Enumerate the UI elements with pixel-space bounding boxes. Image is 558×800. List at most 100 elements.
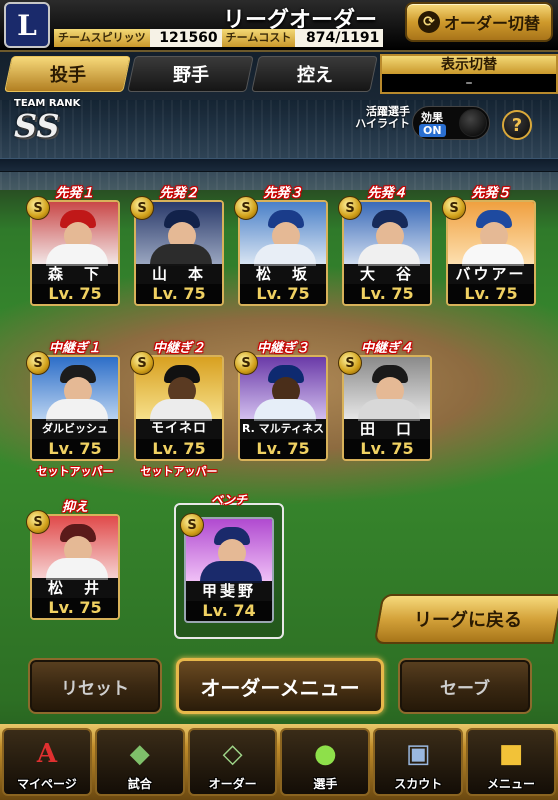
jersey-shape — [46, 399, 108, 421]
player-level: Lv. 75 — [240, 284, 326, 304]
jersey-shape — [254, 399, 316, 421]
player-name: 大 谷 — [344, 264, 430, 284]
help-button[interactable]: ? — [502, 110, 532, 140]
player-name: 山 本 — [136, 264, 222, 284]
tab-fielder-label: 野手 — [172, 65, 209, 86]
player-level: Lv. 75 — [240, 439, 326, 459]
rarity-badge-icon: S — [26, 510, 50, 534]
player-level: Lv. 75 — [136, 284, 222, 304]
player-level: Lv. 74 — [186, 601, 272, 621]
order-switch-button[interactable]: ⟳ オーダー切替 — [405, 2, 553, 42]
nav-mypage-label: マイページ — [17, 777, 77, 791]
team-cost-label: チームコスト — [221, 29, 296, 47]
tab-reserve[interactable]: 控え — [250, 56, 378, 92]
rarity-badge-icon: S — [26, 351, 50, 375]
nav-scout-label: スカウト — [394, 777, 443, 791]
bench-slot[interactable]: ベンチ S 甲斐野 Lv. 74 — [174, 493, 284, 639]
jersey-shape — [150, 244, 212, 266]
bottom-nav: A マイページ ◆ 試合 ◇ オーダー ● 選手 ▣ スカウト ■ メニュー — [0, 724, 558, 800]
tab-fielder[interactable]: 野手 — [127, 56, 255, 92]
nav-order-label: オーダー — [208, 777, 257, 791]
effect-toggle[interactable]: 効果 ON — [412, 106, 490, 140]
back-to-league-button[interactable]: リーグに戻る — [373, 594, 558, 644]
game-icon: ◆ — [129, 739, 150, 769]
player-name: 松 井 — [32, 578, 118, 598]
rarity-badge-icon: S — [180, 513, 204, 537]
swap-icon: ⟳ — [417, 11, 440, 33]
tab-pitcher-label: 投手 — [49, 65, 86, 86]
team-logo[interactable]: L — [4, 2, 50, 48]
scout-icon: ▣ — [405, 739, 431, 769]
order-menu-button[interactable]: オーダーメニュー — [176, 658, 384, 714]
order-switch-label: オーダー切替 — [443, 14, 540, 33]
outfield-ad-boards — [0, 158, 558, 172]
player-name: ダルビッシュ — [32, 419, 118, 439]
back-to-league-label: リーグに戻る — [414, 610, 522, 631]
player-name: モイネロ — [136, 419, 222, 439]
position-tabs: 投手 野手 控え — [4, 56, 378, 92]
player-level: Lv. 75 — [136, 439, 222, 459]
card-subrole: セットアッパー — [140, 465, 218, 478]
display-toggle-value: – — [465, 75, 473, 91]
nav-mypage[interactable]: A マイページ — [2, 728, 92, 796]
reset-button[interactable]: リセット — [28, 658, 162, 714]
nav-scout[interactable]: ▣ スカウト — [373, 728, 464, 796]
player-level: Lv. 75 — [344, 439, 430, 459]
nav-order[interactable]: ◇ オーダー — [187, 728, 278, 796]
card-subrole: セットアッパー — [36, 465, 114, 478]
tab-pitcher[interactable]: 投手 — [4, 56, 132, 92]
team-spirit-label: チームスピリッツ — [54, 29, 150, 47]
order-icon: ◇ — [222, 739, 243, 769]
player-name: 森 下 — [32, 264, 118, 284]
player-level: Lv. 75 — [344, 284, 430, 304]
nav-game-label: 試合 — [127, 777, 152, 791]
highlight-label-line2: ハイライト — [355, 117, 410, 130]
player-level: Lv. 75 — [32, 284, 118, 304]
rarity-badge-icon: S — [338, 196, 362, 220]
highlight-label: 活躍選手 ハイライト — [330, 106, 410, 130]
reset-label: リセット — [61, 678, 129, 699]
tab-reserve-label: 控え — [296, 65, 333, 86]
rarity-badge-icon: S — [338, 351, 362, 375]
team-logo-letter: L — [17, 8, 37, 42]
bench-label: ベンチ — [210, 493, 247, 507]
jersey-shape — [358, 244, 420, 266]
player-level: Lv. 75 — [32, 598, 118, 618]
effect-label: 効果 — [421, 111, 443, 124]
toggle-knob-icon — [459, 109, 487, 137]
save-label: セーブ — [440, 678, 490, 699]
rarity-badge-icon: S — [234, 196, 258, 220]
jersey-shape — [200, 561, 262, 583]
player-name: 田 口 — [344, 419, 430, 439]
rarity-badge-icon: S — [442, 196, 466, 220]
menu-icon: ■ — [498, 739, 524, 769]
order-menu-label: オーダーメニュー — [200, 675, 360, 700]
display-toggle-title: 表示切替 — [382, 56, 556, 74]
team-cost-value: 874/1191 — [295, 29, 384, 47]
player-name: R. マルティネス — [240, 419, 326, 439]
effect-state: ON — [419, 124, 446, 137]
header-bar: L リーグオーダー チームスピリッツ 121560 チームコスト 874/119… — [0, 0, 558, 52]
player-name: 松 坂 — [240, 264, 326, 284]
nav-menu[interactable]: ■ メニュー — [466, 728, 556, 796]
jersey-shape — [462, 244, 524, 266]
nav-player[interactable]: ● 選手 — [280, 728, 371, 796]
nav-game[interactable]: ◆ 試合 — [94, 728, 185, 796]
player-icon: ● — [314, 739, 337, 769]
display-toggle-button[interactable]: 表示切替 – — [380, 54, 558, 94]
jersey-shape — [46, 244, 108, 266]
save-button[interactable]: セーブ — [398, 658, 532, 714]
mypage-icon: A — [36, 739, 57, 769]
jersey-shape — [46, 558, 108, 580]
jersey-shape — [254, 244, 316, 266]
jersey-shape — [358, 399, 420, 421]
team-rank-value: SS — [14, 107, 60, 145]
jersey-shape — [150, 399, 212, 421]
team-rank: TEAM RANK SS — [14, 98, 104, 148]
player-name: 甲斐野 — [186, 581, 272, 601]
rarity-badge-icon: S — [234, 351, 258, 375]
rarity-badge-icon: S — [130, 351, 154, 375]
rarity-badge-icon: S — [26, 196, 50, 220]
team-stats-bar: チームスピリッツ 121560 チームコスト 874/1191 — [54, 28, 404, 48]
player-level: Lv. 75 — [448, 284, 534, 304]
